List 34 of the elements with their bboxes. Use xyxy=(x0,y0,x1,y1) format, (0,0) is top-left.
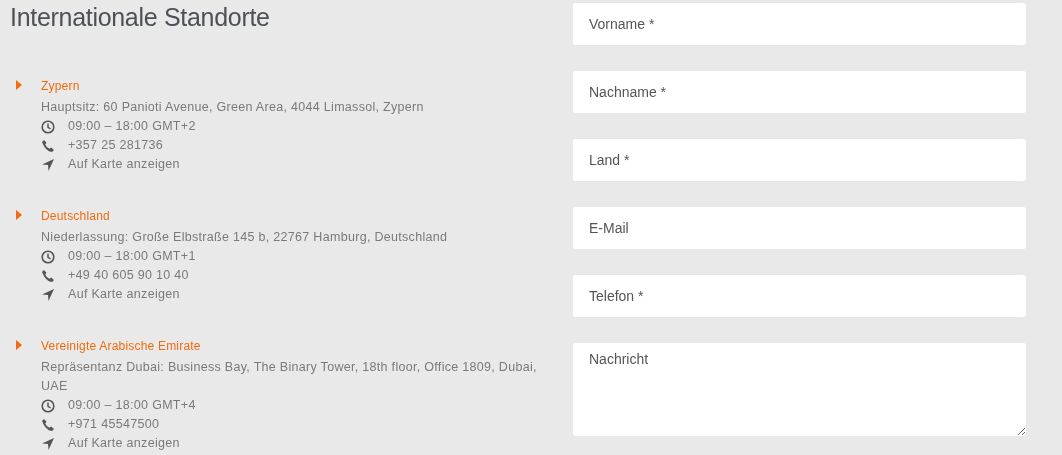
location-address: Niederlassung: Große Elbstraße 145 b, 22767 Hamburg, Deutschland xyxy=(41,229,449,246)
opening-hours: 09:00 – 18:00 GMT+2 xyxy=(68,118,196,135)
map-link[interactable]: Auf Karte anzeigen xyxy=(68,155,180,174)
input-field[interactable]: E-Mail xyxy=(573,207,1026,249)
phone-number: +971 45547500 xyxy=(68,416,160,433)
clock-icon xyxy=(41,398,55,413)
location-name[interactable]: Zypern xyxy=(41,77,541,96)
clock-icon xyxy=(41,119,55,134)
location-address: Repräsentanz Dubai: Business Bay, The Binary Tower, 18th floor, Office 1809, Dubai, UAE xyxy=(41,359,538,395)
caret-icon xyxy=(16,80,22,90)
caret-icon xyxy=(16,340,22,350)
map-link[interactable]: Auf Karte anzeigen xyxy=(68,434,180,453)
navigation-arrow-icon xyxy=(41,436,55,451)
input-field[interactable]: Nachname * xyxy=(573,71,1026,113)
message-field[interactable]: Nachricht xyxy=(573,343,1026,436)
location-address: Hauptsitz: 60 Panioti Avenue, Green Area, 4044 Limassol, Zypern xyxy=(41,99,425,116)
phone-number: +49 40 605 90 10 40 xyxy=(68,267,189,284)
input-field[interactable]: Vorname * xyxy=(573,3,1026,45)
phone-icon xyxy=(41,268,55,283)
clock-icon xyxy=(41,249,55,264)
caret-icon xyxy=(16,210,22,220)
navigation-arrow-icon xyxy=(41,157,55,172)
phone-icon xyxy=(41,417,55,432)
map-link[interactable]: Auf Karte anzeigen xyxy=(68,285,180,304)
input-field[interactable]: Land * xyxy=(573,139,1026,181)
navigation-arrow-icon xyxy=(41,287,55,302)
phone-icon xyxy=(41,138,55,153)
location-name[interactable]: Deutschland xyxy=(41,207,541,226)
phone-number: +357 25 281736 xyxy=(68,137,163,154)
opening-hours: 09:00 – 18:00 GMT+4 xyxy=(68,397,196,414)
location-name[interactable]: Vereinigte Arabische Emirate xyxy=(41,337,541,356)
section-title: Internationale Standorte xyxy=(10,2,271,32)
opening-hours: 09:00 – 18:00 GMT+1 xyxy=(68,248,196,265)
input-field[interactable]: Telefon * xyxy=(573,275,1026,317)
